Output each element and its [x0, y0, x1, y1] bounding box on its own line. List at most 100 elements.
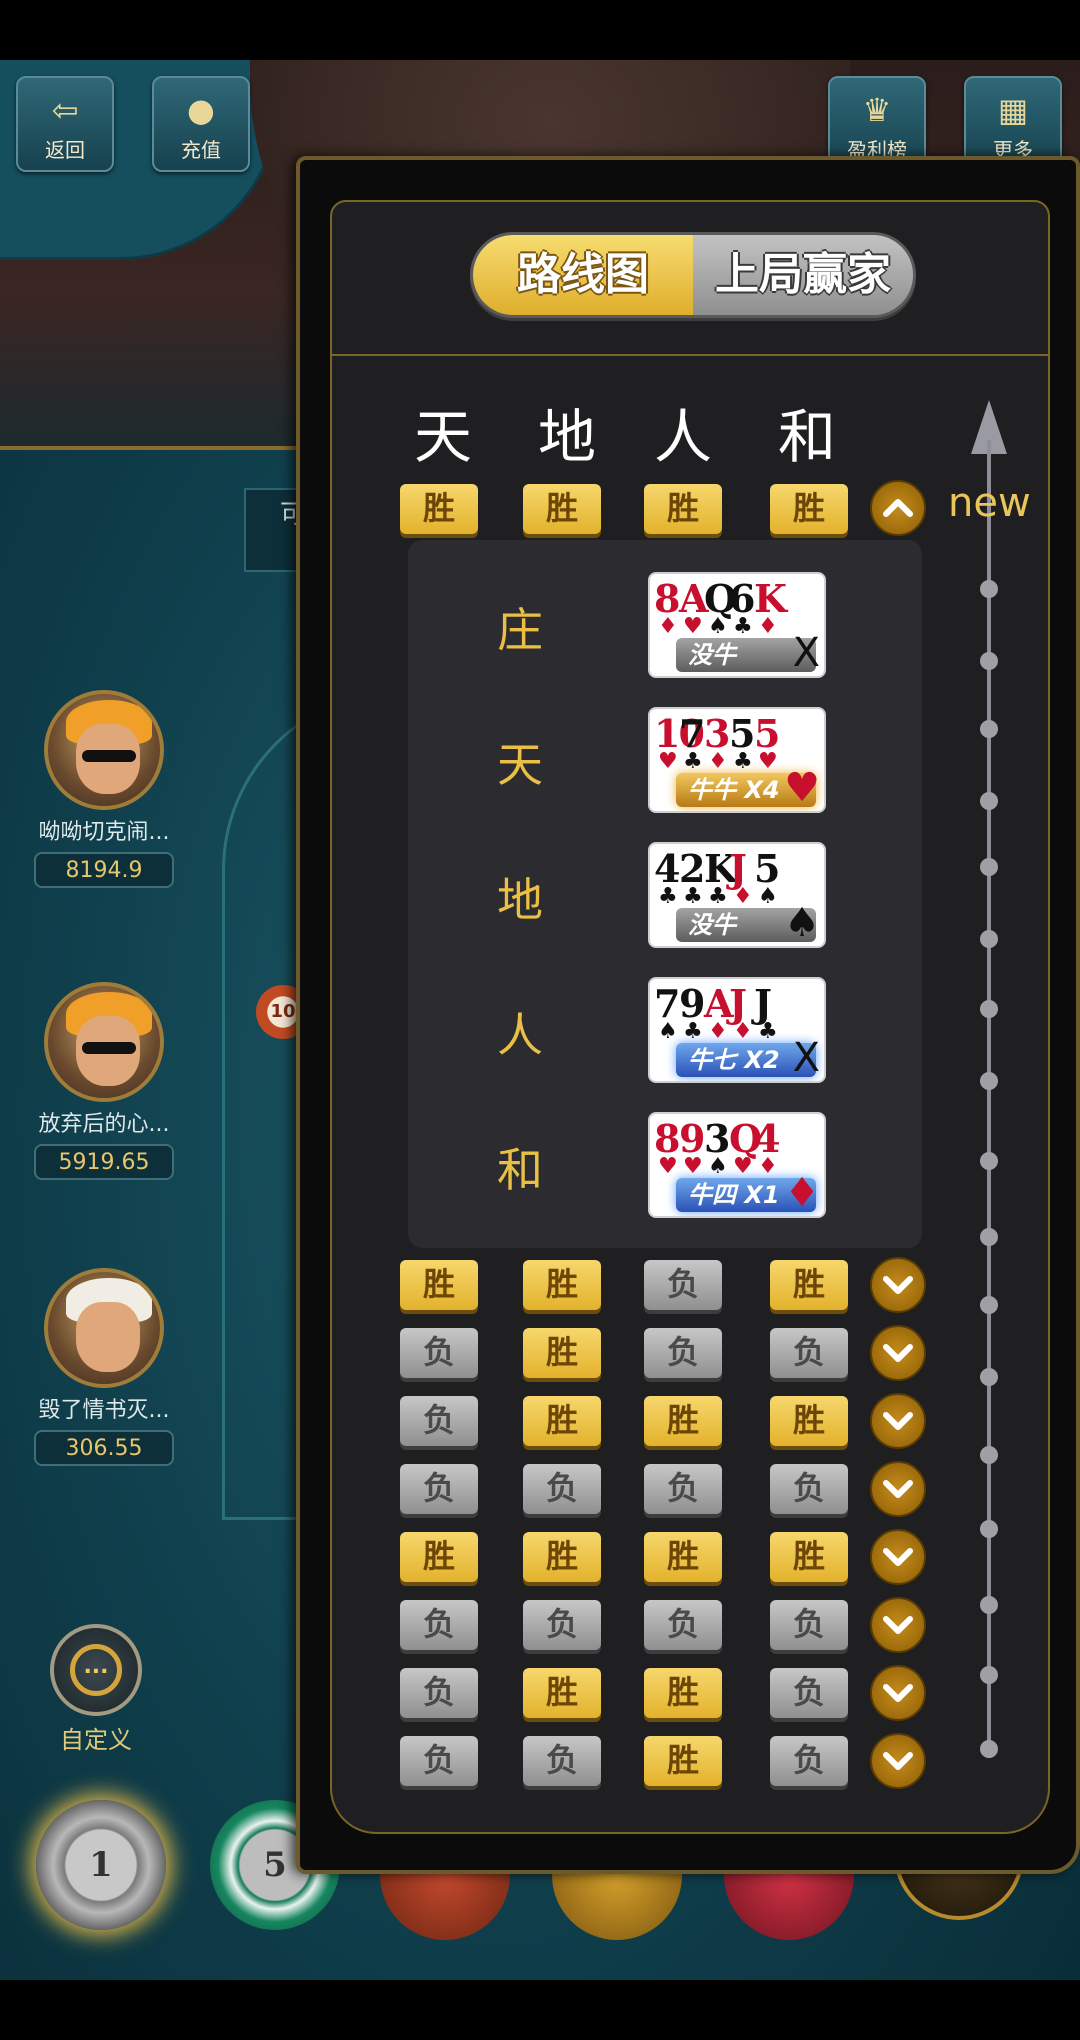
player-score: 8194.9	[34, 852, 174, 888]
corner-suit-icon: X	[792, 1035, 820, 1081]
result-badge: 胜	[644, 1668, 722, 1718]
hand-label: 人	[497, 1008, 543, 1062]
expand-row-button[interactable]	[870, 1733, 926, 1789]
result-badge: 胜	[523, 484, 601, 534]
card-suit-icon: ♦	[658, 614, 678, 639]
card-suit-icon: ♣	[658, 884, 678, 909]
timeline	[987, 440, 991, 1758]
panel-divider	[332, 354, 1048, 356]
avatar-glasses	[82, 750, 136, 762]
avatar	[44, 1268, 164, 1388]
column-header-he: 和	[777, 403, 836, 471]
player-seat-2[interactable]: 放弃后的心... 5919.65	[34, 982, 174, 1180]
avatar	[44, 690, 164, 810]
expand-row-button[interactable]	[870, 1325, 926, 1381]
card-suit-icon: ♦	[733, 884, 753, 909]
money-bag-icon: ●	[187, 91, 215, 129]
result-badge: 胜	[644, 484, 722, 534]
timeline-dot	[980, 720, 998, 738]
card-suit-icon: ♥	[683, 614, 703, 639]
timeline-dot	[980, 792, 998, 810]
recharge-button[interactable]: ● 充值	[152, 76, 250, 172]
back-button[interactable]: ⇦ 返回	[16, 76, 114, 172]
result-badge: 负	[644, 1464, 722, 1514]
player-score: 306.55	[34, 1430, 174, 1466]
player-name: 放弃后的心...	[38, 1112, 170, 1137]
result-badge: 负	[523, 1736, 601, 1786]
result-badge: 胜	[400, 1260, 478, 1310]
card-suit-icon: ♦	[733, 1019, 753, 1044]
hand-label: 地	[497, 873, 543, 927]
collapse-button[interactable]	[870, 480, 926, 536]
chip-1[interactable]: 1	[36, 1800, 166, 1930]
result-badge: 负	[400, 1668, 478, 1718]
result-badge: 负	[770, 1668, 848, 1718]
card-suit-icon: ♠	[658, 1019, 678, 1044]
tab-switch: 路线图 上局赢家	[470, 232, 916, 318]
expand-row-button[interactable]	[870, 1257, 926, 1313]
expand-row-button[interactable]	[870, 1529, 926, 1585]
result-badge: 负	[770, 1736, 848, 1786]
table-divider	[0, 446, 300, 450]
back-button-label: 返回	[45, 138, 85, 162]
custom-chip-icon: ...	[50, 1624, 142, 1716]
timeline-dot	[980, 652, 998, 670]
hand-label: 庄	[497, 603, 543, 657]
chevron-down-icon	[883, 1616, 913, 1634]
card-suit-icon: ♥	[733, 1154, 753, 1179]
result-badge: 胜	[644, 1736, 722, 1786]
card-suit-icon: ♦	[708, 749, 728, 774]
result-badge: 负	[400, 1396, 478, 1446]
result-badge: 负	[770, 1328, 848, 1378]
card-hand: 8 ♥ 9 ♥ 3 ♠ Q ♥ 4 ♦ 牛四 X1 ♦	[648, 1112, 826, 1218]
expand-row-button[interactable]	[870, 1461, 926, 1517]
result-badge: 胜	[770, 1260, 848, 1310]
result-badge: 负	[400, 1736, 478, 1786]
player-seat-1[interactable]: 呦呦切克闹... 8194.9	[34, 690, 174, 888]
card-suit-icon: ♥	[683, 1154, 703, 1179]
timeline-dot	[980, 1596, 998, 1614]
chevron-down-icon	[883, 1412, 913, 1430]
card-suit-icon: ♠	[708, 1154, 728, 1179]
navigation-bar	[0, 1980, 1080, 2040]
result-badge: 胜	[523, 1328, 601, 1378]
tab-last-winner[interactable]: 上局赢家	[693, 235, 913, 315]
card-suit-icon: ♦	[758, 614, 778, 639]
game-scene: ⇦ 返回 ● 充值 ♛ 盈利榜 ▦ 更多 可 10 呦呦切克闹... 8194.…	[0, 0, 1080, 2040]
result-badge: 负	[400, 1328, 478, 1378]
result-badge: 胜	[770, 1396, 848, 1446]
timeline-dot	[980, 1446, 998, 1464]
result-badge: 胜	[523, 1668, 601, 1718]
card-suit-icon: ♣	[683, 1019, 703, 1044]
player-seat-3[interactable]: 毁了情书灭... 306.55	[34, 1268, 174, 1466]
expand-row-button[interactable]	[870, 1665, 926, 1721]
hand-label: 和	[497, 1143, 543, 1197]
card-suit-icon: ♥	[758, 749, 778, 774]
corner-suit-icon: ♦	[784, 1170, 820, 1216]
chevron-up-icon	[883, 499, 913, 517]
result-badge: 负	[400, 1464, 478, 1514]
trophy-icon: ♛	[862, 91, 892, 129]
result-badge: 负	[400, 1600, 478, 1650]
chip-1-value: 1	[89, 1845, 113, 1885]
corner-suit-icon: ♠	[784, 900, 820, 946]
card-hand: 10 ♥ 7 ♣ 3 ♦ 5 ♣ 5 ♥ 牛牛 X4 ♥	[648, 707, 826, 813]
result-badge: 负	[644, 1328, 722, 1378]
grid-icon: ▦	[997, 91, 1029, 129]
result-badge: 胜	[644, 1532, 722, 1582]
result-badge: 胜	[770, 1532, 848, 1582]
timeline-new-label: new	[948, 480, 1031, 526]
hand-label: 天	[497, 738, 543, 792]
avatar	[44, 982, 164, 1102]
chevron-down-icon	[883, 1752, 913, 1770]
tab-route-map[interactable]: 路线图	[473, 235, 693, 315]
expand-row-button[interactable]	[870, 1393, 926, 1449]
result-badge: 负	[523, 1600, 601, 1650]
column-header-ren: 人	[653, 403, 712, 471]
card-suit-icon: ♠	[708, 614, 728, 639]
timeline-dot	[980, 1666, 998, 1684]
exit-door-icon: ⇦	[51, 91, 79, 129]
corner-suit-icon: X	[792, 630, 820, 676]
custom-chip-button[interactable]: ... 自定义	[48, 1624, 144, 1755]
expand-row-button[interactable]	[870, 1597, 926, 1653]
